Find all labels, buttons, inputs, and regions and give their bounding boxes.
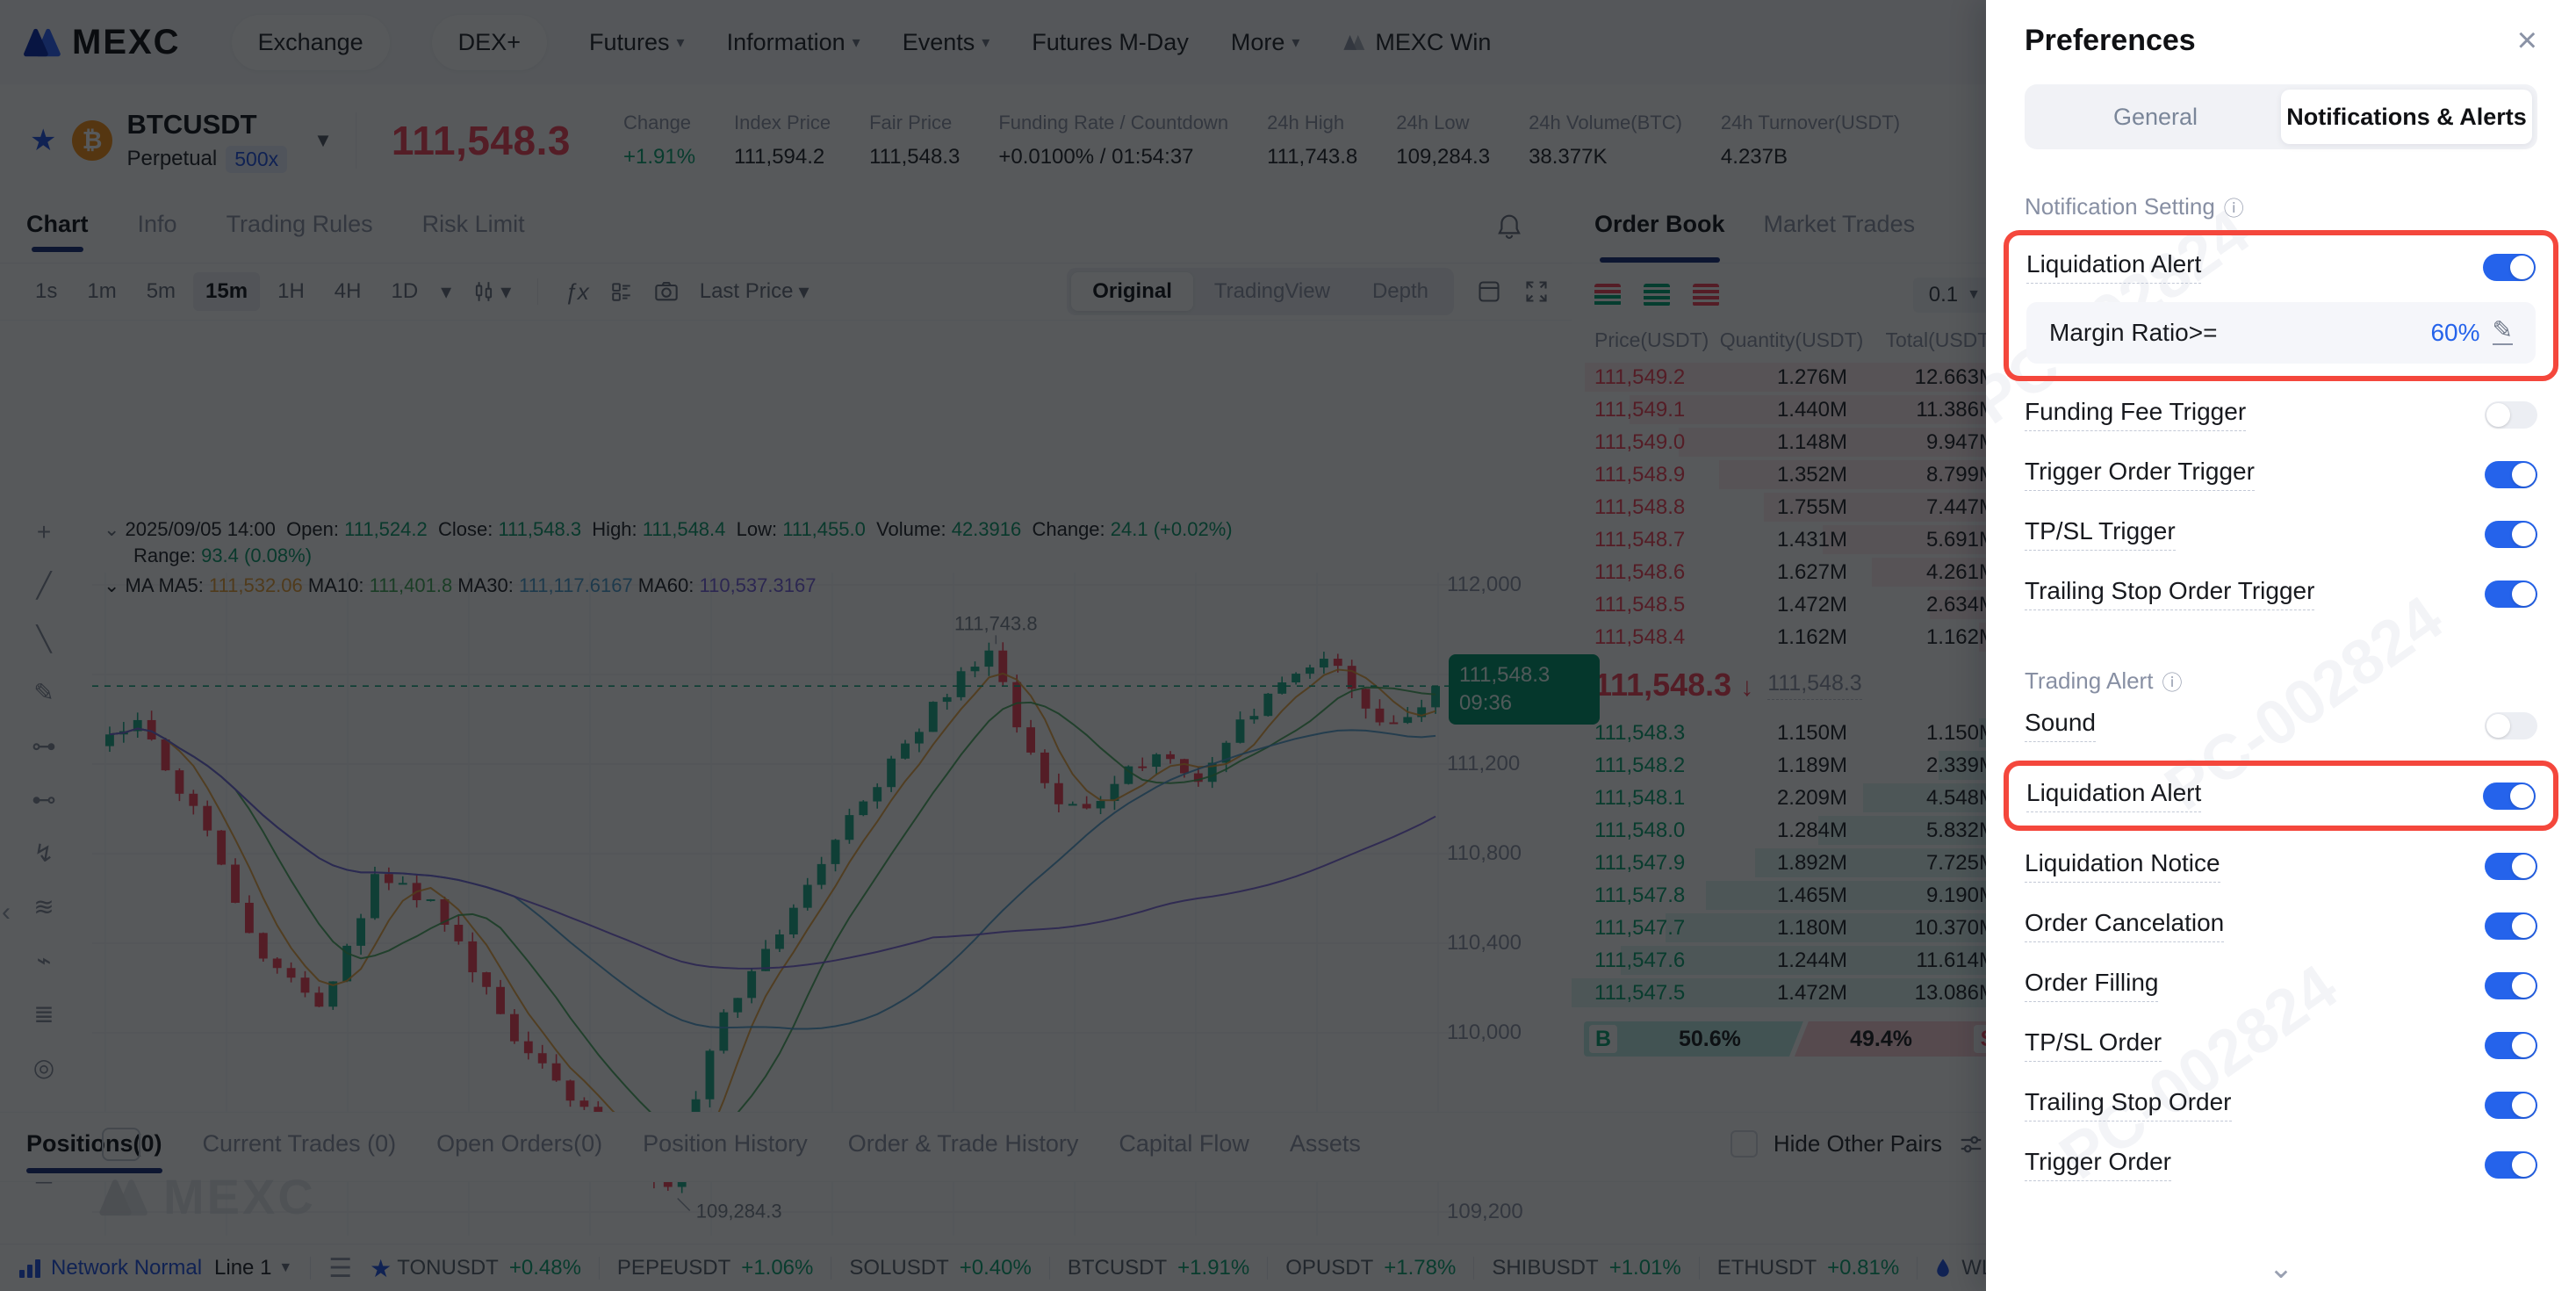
- toggle-knob: [2512, 855, 2536, 878]
- pref-item-liquidation-notice: Liquidation Notice: [2025, 836, 2537, 896]
- toggle-knob: [2512, 974, 2536, 998]
- section-heading-notification-setting: Notification Setting ⓘ: [2025, 191, 2537, 221]
- pref-item-sound: Sound: [2025, 696, 2537, 755]
- margin-ratio-percent: 60%: [2430, 319, 2479, 347]
- pref-item-label: Order Filling: [2025, 969, 2158, 1002]
- scroll-more-chevron-icon[interactable]: ⌄: [1986, 1251, 2576, 1286]
- pref-tab-notifications-alerts[interactable]: Notifications & Alerts: [2281, 90, 2532, 144]
- pref-item-liquidation-alert: Liquidation Alert: [2026, 766, 2536, 826]
- pref-item-label: TP/SL Trigger: [2025, 517, 2176, 551]
- close-icon[interactable]: ×: [2517, 23, 2537, 58]
- pref-toggle-trigger-order-trigger[interactable]: [2485, 461, 2537, 488]
- pref-item-label: Trigger Order: [2025, 1148, 2171, 1181]
- pref-item-label: Liquidation Alert: [2026, 779, 2201, 812]
- toggle-knob: [2510, 256, 2534, 279]
- toggle-knob: [2486, 714, 2510, 738]
- toggle-knob: [2512, 1093, 2536, 1117]
- info-icon[interactable]: ⓘ: [2162, 666, 2182, 696]
- toggle-knob: [2512, 463, 2536, 487]
- pref-toggle-trigger-order[interactable]: [2485, 1151, 2537, 1179]
- pref-toggle-liquidation-notice[interactable]: [2485, 853, 2537, 880]
- pref-item-tp-sl-trigger: TP/SL Trigger: [2025, 504, 2537, 564]
- pref-toggle-liquidation-alert[interactable]: [2483, 783, 2536, 810]
- pref-toggle-trailing-stop-order[interactable]: [2485, 1092, 2537, 1119]
- pref-item-tp-sl-order: TP/SL Order: [2025, 1015, 2537, 1075]
- pref-item-label: Funding Fee Trigger: [2025, 398, 2246, 431]
- section-heading-trading-alert: Trading Alert ⓘ: [2025, 666, 2537, 696]
- pref-item-order-filling: Order Filling: [2025, 956, 2537, 1015]
- pref-item-trailing-stop-order: Trailing Stop Order: [2025, 1075, 2537, 1135]
- pref-item-liquidation-alert: Liquidation Alert: [2026, 237, 2536, 297]
- pref-toggle-sound[interactable]: [2485, 712, 2537, 739]
- pref-item-trigger-order-trigger: Trigger Order Trigger: [2025, 444, 2537, 504]
- margin-ratio-setting: Margin Ratio>= 60% ✎: [2026, 302, 2536, 364]
- pref-toggle-order-cancelation[interactable]: [2485, 912, 2537, 940]
- toggle-knob: [2486, 403, 2510, 427]
- toggle-knob: [2510, 784, 2534, 808]
- pref-item-label: Sound: [2025, 709, 2096, 742]
- pref-item-trigger-order: Trigger Order: [2025, 1135, 2537, 1194]
- info-icon[interactable]: ⓘ: [2224, 191, 2244, 221]
- pref-item-label: Liquidation Alert: [2026, 250, 2201, 284]
- preferences-tab-switch: GeneralNotifications & Alerts: [2025, 84, 2537, 149]
- pref-toggle-order-filling[interactable]: [2485, 972, 2537, 999]
- pref-item-label: Trigger Order Trigger: [2025, 458, 2255, 491]
- section-heading-label: Trading Alert: [2025, 667, 2153, 695]
- toggle-knob: [2512, 914, 2536, 938]
- toggle-knob: [2512, 582, 2536, 606]
- preferences-drawer: PC-002824 PC-002824 PC-002824 Preference…: [1986, 0, 2576, 1291]
- pref-item-label: TP/SL Order: [2025, 1028, 2162, 1062]
- pref-toggle-liquidation-alert[interactable]: [2483, 254, 2536, 281]
- margin-ratio-value: 60% ✎: [2430, 319, 2513, 347]
- pref-tab-general[interactable]: General: [2030, 90, 2281, 144]
- pref-item-funding-fee-trigger: Funding Fee Trigger: [2025, 385, 2537, 444]
- edit-pencil-icon[interactable]: ✎: [2493, 317, 2513, 344]
- pref-item-label: Liquidation Notice: [2025, 849, 2220, 883]
- pref-item-trailing-stop-order-trigger: Trailing Stop Order Trigger: [2025, 564, 2537, 624]
- toggle-knob: [2512, 523, 2536, 546]
- toggle-knob: [2512, 1153, 2536, 1177]
- pref-toggle-funding-fee-trigger[interactable]: [2485, 401, 2537, 429]
- pref-item-label: Trailing Stop Order Trigger: [2025, 577, 2314, 610]
- pref-item-label: Order Cancelation: [2025, 909, 2224, 942]
- mexc-futures-app: MEXC ExchangeDEX+Futures▾Information▾Eve…: [0, 0, 2576, 1291]
- drawer-title: Preferences: [2025, 24, 2196, 58]
- pref-toggle-tp-sl-order[interactable]: [2485, 1032, 2537, 1059]
- pref-toggle-tp-sl-trigger[interactable]: [2485, 521, 2537, 548]
- highlight-box: Liquidation Alert: [2004, 761, 2558, 831]
- pref-toggle-trailing-stop-order-trigger[interactable]: [2485, 581, 2537, 608]
- highlight-box: Liquidation Alert Margin Ratio>= 60% ✎: [2004, 230, 2558, 381]
- toggle-knob: [2512, 1034, 2536, 1057]
- margin-ratio-label: Margin Ratio>=: [2049, 319, 2217, 347]
- pref-item-label: Trailing Stop Order: [2025, 1088, 2232, 1122]
- section-heading-label: Notification Setting: [2025, 193, 2215, 220]
- pref-item-order-cancelation: Order Cancelation: [2025, 896, 2537, 956]
